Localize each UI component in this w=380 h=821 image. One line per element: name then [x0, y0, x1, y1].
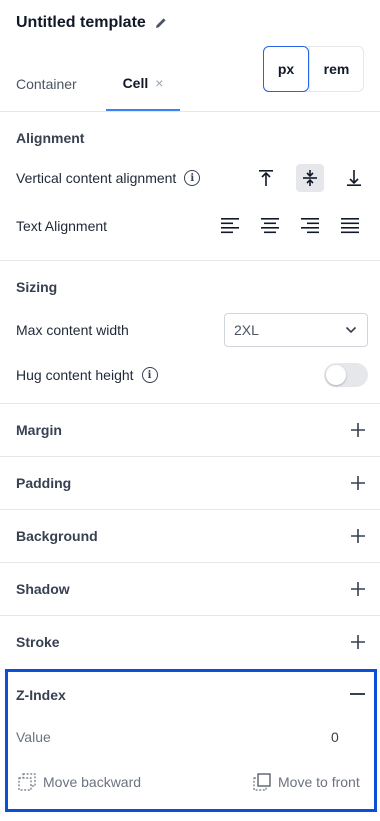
info-icon[interactable]: i: [141, 367, 158, 383]
panel-header: Untitled template Container Cell × px re…: [0, 0, 380, 112]
zindex-value-input[interactable]: 0: [331, 729, 339, 745]
template-title: Untitled template: [16, 14, 146, 31]
text-alignment-label: Text Alignment: [16, 218, 108, 234]
tab-cell[interactable]: Cell ×: [106, 56, 180, 111]
align-bottom-icon[interactable]: [340, 164, 368, 192]
plus-icon[interactable]: [350, 528, 366, 544]
label-text: Hug content height: [16, 367, 134, 383]
align-middle-icon[interactable]: [296, 164, 324, 192]
minus-icon[interactable]: [350, 693, 365, 695]
section-title: Margin: [16, 422, 62, 438]
max-content-width-label: Max content width: [16, 322, 129, 338]
section-title: Alignment: [16, 130, 85, 146]
align-top-icon[interactable]: [252, 164, 280, 192]
max-content-width-select[interactable]: 2XL: [224, 313, 368, 347]
title-row: Untitled template: [16, 14, 168, 32]
margin-section[interactable]: Margin: [0, 404, 380, 457]
alignment-section: Alignment Vertical content alignment i T…: [0, 112, 380, 261]
select-value: 2XL: [234, 322, 259, 338]
move-to-front-button[interactable]: Move to front: [253, 773, 360, 791]
section-title: Shadow: [16, 581, 70, 597]
plus-icon[interactable]: [350, 475, 366, 491]
chevron-down-icon: [345, 326, 357, 334]
plus-icon[interactable]: [350, 634, 366, 650]
hug-content-height-label: Hug content height i: [16, 367, 158, 383]
bring-to-front-icon: [253, 773, 271, 791]
label-text: Vertical content alignment: [16, 170, 177, 186]
unit-rem-button[interactable]: rem: [309, 47, 363, 91]
text-align-justify-icon[interactable]: [336, 212, 364, 240]
background-section[interactable]: Background: [0, 510, 380, 563]
zindex-value-label: Value: [16, 729, 51, 745]
tab-label: Cell: [122, 74, 149, 91]
text-align-left-icon[interactable]: [216, 212, 244, 240]
vertical-alignment-label: Vertical content alignment i: [16, 170, 201, 186]
unit-px-button[interactable]: px: [263, 46, 309, 92]
close-icon[interactable]: ×: [155, 75, 163, 91]
plus-icon[interactable]: [350, 581, 366, 597]
button-label: Move to front: [278, 774, 360, 790]
plus-icon[interactable]: [350, 422, 366, 438]
send-backward-icon: [18, 773, 36, 791]
pencil-icon[interactable]: [154, 16, 168, 30]
unit-toggle: px rem: [263, 46, 364, 92]
zindex-title: Z-Index: [16, 687, 66, 703]
tab-label: Container: [16, 75, 77, 92]
shadow-section[interactable]: Shadow: [0, 563, 380, 616]
hug-content-height-toggle[interactable]: [324, 363, 368, 387]
tab-container[interactable]: Container: [16, 56, 77, 111]
stroke-section[interactable]: Stroke: [0, 616, 380, 669]
section-title: Background: [16, 528, 98, 544]
section-title: Sizing: [16, 279, 58, 295]
text-align-right-icon[interactable]: [296, 212, 324, 240]
toggle-knob: [326, 365, 346, 385]
info-icon[interactable]: i: [184, 170, 201, 186]
button-label: Move backward: [43, 774, 142, 790]
move-backward-button[interactable]: Move backward: [18, 773, 141, 791]
text-align-center-icon[interactable]: [256, 212, 284, 240]
section-title: Stroke: [16, 634, 60, 650]
padding-section[interactable]: Padding: [0, 457, 380, 510]
section-title: Padding: [16, 475, 72, 491]
